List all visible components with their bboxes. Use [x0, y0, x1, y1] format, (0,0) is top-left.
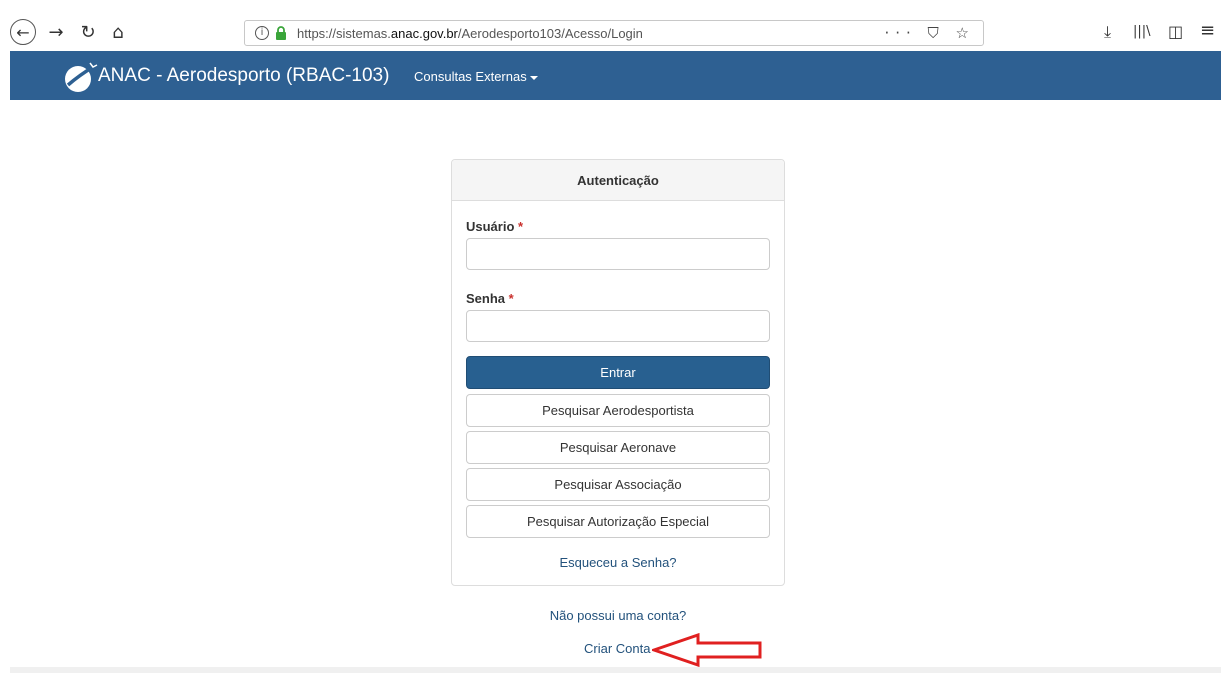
reload-icon: ↻ [80, 21, 96, 43]
page-actions-icons[interactable]: ··· ⛉ ☆ [884, 24, 975, 42]
brand-title[interactable]: ANAC - Aerodesporto (RBAC-103) [98, 65, 389, 87]
library-icon[interactable]: |||\ [1133, 24, 1151, 39]
anac-logo-icon[interactable] [63, 61, 99, 93]
lock-icon [276, 26, 286, 40]
info-icon[interactable]: i [255, 26, 269, 40]
browser-toolbar: ← → ↻ ⌂ i https://sistemas.anac.gov.br/A… [0, 0, 1221, 50]
login-panel: Autenticação Usuário * Senha * Entrar Pe… [451, 159, 785, 586]
caret-down-icon [529, 75, 538, 80]
pesquisar-aerodesportista-button[interactable]: Pesquisar Aerodesportista [466, 394, 770, 427]
url-text[interactable]: https://sistemas.anac.gov.br/Aerodesport… [297, 26, 643, 41]
app-navbar: ANAC - Aerodesporto (RBAC-103) Consultas… [10, 51, 1221, 100]
back-button[interactable]: ← [10, 19, 36, 45]
red-arrow-annotation-icon [652, 633, 762, 667]
required-mark: * [508, 291, 514, 306]
panel-title: Autenticação [452, 160, 784, 201]
entrar-button[interactable]: Entrar [466, 356, 770, 389]
pesquisar-aeronave-button[interactable]: Pesquisar Aeronave [466, 431, 770, 464]
url-bar[interactable]: i https://sistemas.anac.gov.br/Aerodespo… [244, 20, 984, 46]
pesquisar-associacao-button[interactable]: Pesquisar Associação [466, 468, 770, 501]
consultas-externas-menu[interactable]: Consultas Externas [414, 69, 538, 84]
pesquisar-autorizacao-especial-button[interactable]: Pesquisar Autorização Especial [466, 505, 770, 538]
menu-icon[interactable]: ≡ [1200, 20, 1215, 41]
password-label: Senha * [466, 291, 514, 306]
user-label: Usuário * [466, 219, 524, 234]
forgot-password-link[interactable]: Esqueceu a Senha? [452, 555, 784, 570]
sidebar-icon[interactable]: ◫ [1168, 22, 1183, 41]
create-account-link[interactable]: Criar Conta [584, 641, 650, 656]
forward-arrow-icon: → [48, 21, 64, 43]
home-button[interactable]: ⌂ [108, 19, 128, 45]
download-icon[interactable]: ⤓ [1104, 22, 1111, 42]
back-arrow-icon: ← [16, 22, 30, 42]
home-icon: ⌂ [112, 21, 124, 43]
page-bottom-edge [10, 667, 1221, 673]
reload-button[interactable]: ↻ [78, 19, 98, 45]
required-mark: * [518, 219, 524, 234]
no-account-link[interactable]: Não possui uma conta? [451, 608, 785, 623]
user-input[interactable] [466, 238, 770, 270]
forward-button[interactable]: → [46, 19, 66, 45]
password-input[interactable] [466, 310, 770, 342]
